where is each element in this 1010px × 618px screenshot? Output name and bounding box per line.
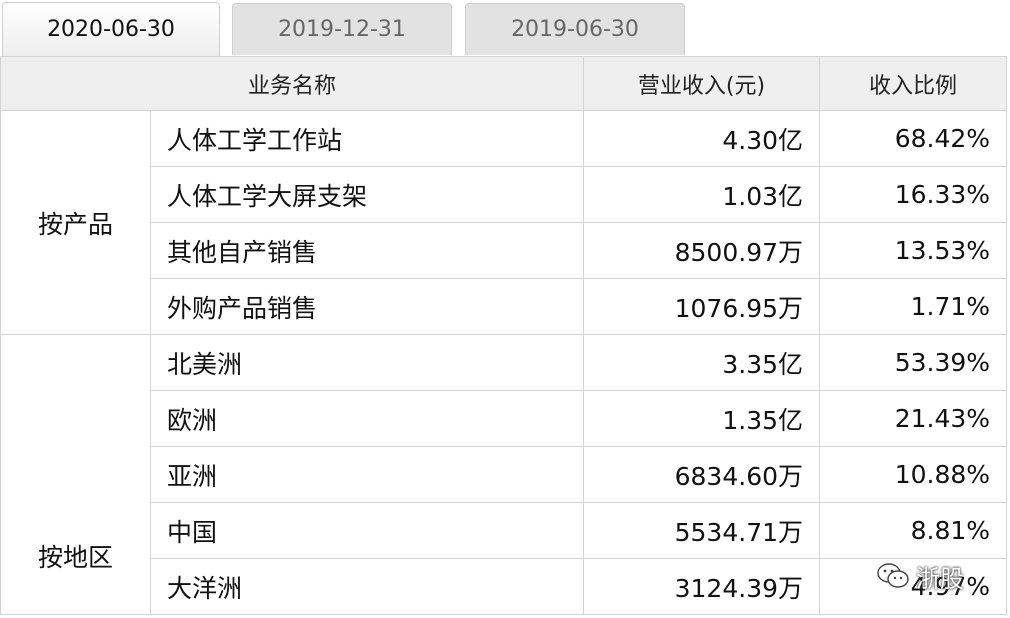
table-row: 按产品 人体工学工作站 4.30亿 68.42% [0,110,1008,335]
group-label-region: 按地区 [0,334,151,615]
row-ratio: 10.88% [819,446,1008,503]
wechat-icon [876,562,910,590]
row-revenue: 4.30亿 [583,110,821,167]
row-name: 欧洲 [149,390,585,447]
table-row: 按地区 北美洲 3.35亿 53.39% [0,334,1008,615]
row-revenue: 3.35亿 [583,334,821,391]
row-revenue: 1.03亿 [583,166,821,223]
row-revenue: 6834.60万 [583,446,821,503]
tab-2019-12-31[interactable]: 2019-12-31 [232,3,452,55]
group-label-product: 按产品 [0,110,151,335]
row-name: 中国 [149,502,585,559]
table-row: 人体工学大屏支架 1.03亿 16.33% [1,166,1008,223]
row-ratio: 68.42% [819,110,1008,167]
row-revenue: 5534.71万 [583,502,821,559]
row-name: 外购产品销售 [149,278,585,335]
row-ratio: 53.39% [819,334,1008,391]
row-name: 亚洲 [149,446,585,503]
table-row: 其他自产销售 8500.97万 13.53% [1,222,1008,279]
row-name: 大洋洲 [149,558,585,615]
row-name: 北美洲 [149,334,585,391]
date-tabs: 2020-06-30 2019-12-31 2019-06-30 [0,0,1010,56]
table-header-row: 业务名称 营业收入(元) 收入比例 [0,56,1008,111]
row-ratio: 1.71% [819,278,1008,335]
row-ratio: 16.33% [819,166,1008,223]
header-business-name: 业务名称 [0,56,585,111]
row-name: 其他自产销售 [149,222,585,279]
watermark-text: 浙股 [916,564,964,593]
row-revenue: 1076.95万 [583,278,821,335]
row-revenue: 1.35亿 [583,390,821,447]
row-name: 人体工学工作站 [149,110,585,167]
header-ratio: 收入比例 [819,56,1008,111]
row-ratio: 21.43% [819,390,1008,447]
table-row: 欧洲 1.35亿 21.43% [1,390,1008,447]
table-row: 中国 5534.71万 8.81% [1,502,1008,559]
row-name: 人体工学大屏支架 [149,166,585,223]
row-ratio: 8.81% [819,502,1008,559]
table-row: 外购产品销售 1076.95万 1.71% [1,278,1008,335]
revenue-breakdown-table: 业务名称 营业收入(元) 收入比例 按产品 人体工学工作站 4.30亿 68.4… [0,56,1008,615]
row-ratio: 13.53% [819,222,1008,279]
table-row: 大洋洲 3124.39万 4.97% [1,558,1008,615]
tab-2020-06-30[interactable]: 2020-06-30 [2,2,220,56]
row-revenue: 3124.39万 [583,558,821,615]
table-row: 亚洲 6834.60万 10.88% [1,446,1008,503]
tab-2019-06-30[interactable]: 2019-06-30 [465,3,685,55]
row-revenue: 8500.97万 [583,222,821,279]
header-revenue: 营业收入(元) [583,56,821,111]
watermark: 浙股 [876,556,964,596]
